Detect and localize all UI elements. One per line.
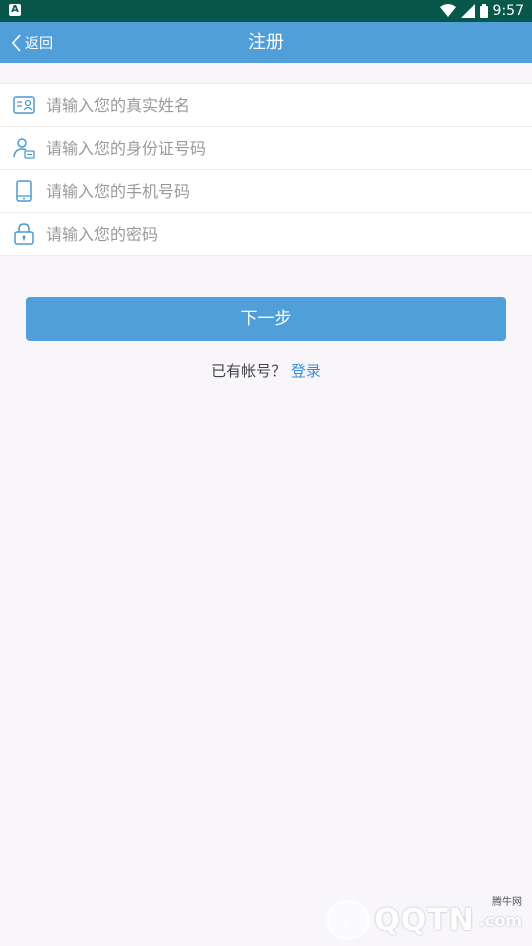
phone-input[interactable] — [46, 181, 532, 201]
has-account-text: 已有帐号？ — [211, 362, 287, 380]
phone-row — [0, 170, 532, 213]
wifi-icon — [439, 4, 456, 17]
login-link[interactable]: 登录 — [291, 362, 321, 380]
id-row — [0, 127, 532, 170]
clock: 9:57 — [492, 3, 524, 19]
status-bar-right: 9:57 — [439, 0, 524, 22]
user-card-icon — [12, 136, 36, 160]
id-card-icon — [12, 93, 36, 117]
next-step-button[interactable]: 下一步 — [26, 297, 506, 341]
battery-icon — [479, 4, 488, 18]
login-prompt: 已有帐号？ 登录 — [0, 360, 532, 381]
watermark-suffix: .com — [478, 910, 522, 930]
register-form — [0, 83, 532, 256]
lock-icon — [12, 222, 36, 246]
watermark-logo-icon: ✓ — [326, 900, 371, 940]
page-title: 注册 — [248, 32, 284, 53]
watermark: ✓ QQTN .com — [326, 900, 522, 940]
watermark-brand: QQTN — [374, 902, 475, 938]
password-input[interactable] — [46, 224, 532, 244]
status-bar: A 9:57 — [0, 0, 532, 22]
password-row — [0, 213, 532, 255]
id-number-input[interactable] — [46, 138, 532, 158]
notification-icon: A — [9, 4, 21, 16]
phone-icon — [12, 179, 36, 203]
real-name-input[interactable] — [46, 95, 532, 115]
title-bar: 返回 注册 — [0, 22, 532, 63]
name-row — [0, 84, 532, 127]
signal-icon — [460, 4, 475, 18]
